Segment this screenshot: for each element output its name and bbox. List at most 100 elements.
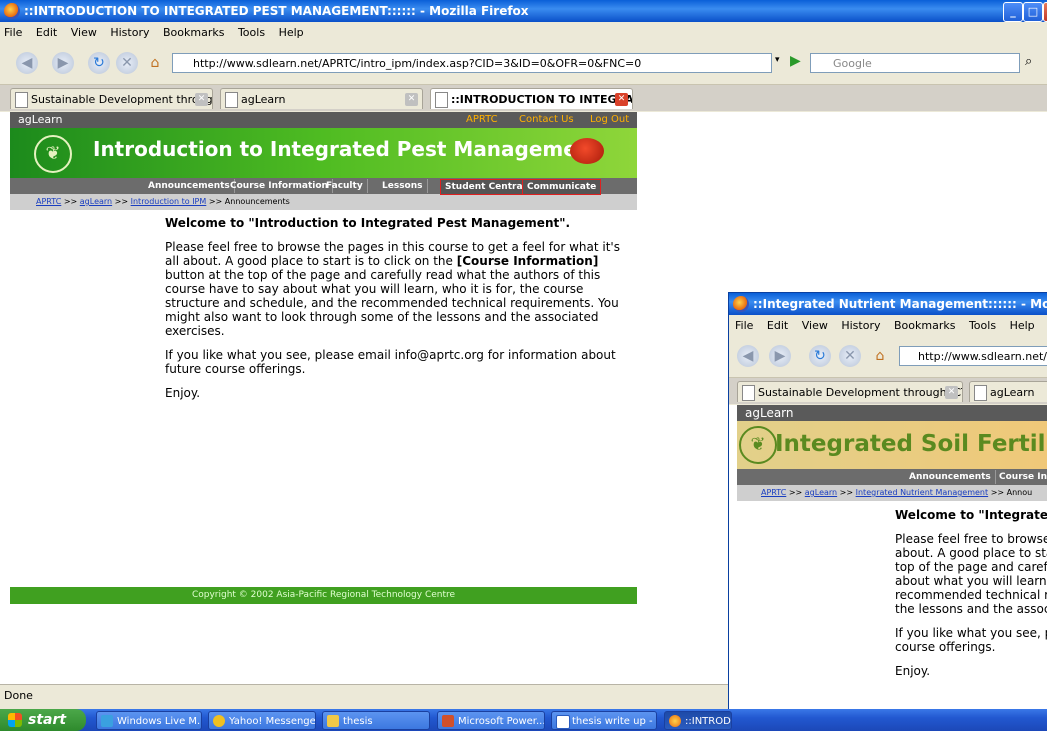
nav-course-information[interactable]: Course Information — [995, 470, 1047, 484]
close-button[interactable]: ✕ — [1043, 2, 1047, 22]
search-placeholder: Google — [833, 57, 872, 70]
intro-line: Please feel free to browse — [895, 532, 1047, 546]
nav-faculty[interactable]: Faculty — [322, 179, 368, 193]
menu-history[interactable]: History — [110, 22, 149, 44]
url-dropdown-icon[interactable]: ▾ — [775, 55, 780, 65]
menu-history[interactable]: History — [841, 315, 880, 337]
course-title: Introduction to Integrated Pest Manageme… — [93, 137, 601, 161]
contact-paragraph: If you like what you see, p course offer… — [895, 626, 1047, 654]
tab-close-icon[interactable]: ✕ — [945, 386, 958, 399]
crumb-aprtc[interactable]: APRTC — [36, 197, 61, 206]
main-window-title: ::INTRODUCTION TO INTEGRATED PEST MANAGE… — [24, 4, 529, 18]
nav-announcements[interactable]: Announcements — [144, 179, 235, 193]
course-banner: ❦ Integrated Soil Fertility Mana — [737, 421, 1047, 469]
menu-view[interactable]: View — [71, 22, 97, 44]
task-firefox-intro[interactable]: ::INTRODU — [664, 711, 732, 730]
crumb-intro-ipm[interactable]: Introduction to IPM — [131, 197, 207, 206]
forward-button[interactable]: ▶ — [769, 345, 791, 367]
forward-button[interactable]: ▶ — [52, 52, 74, 74]
tab-close-icon[interactable]: ✕ — [405, 93, 418, 106]
tab-sustainable-development[interactable]: Sustainable Development through ICT... ✕ — [10, 88, 213, 109]
url-field[interactable]: http://www.sdlearn.net/APRT — [899, 346, 1047, 366]
stop-button[interactable]: ✕ — [116, 52, 138, 74]
contact-line: course offerings. — [895, 640, 996, 654]
second-browser-window[interactable]: ::Integrated Nutrient Management:::::: -… — [728, 292, 1047, 710]
contact-line: If you like what you see, p — [895, 626, 1047, 640]
task-powerpoint[interactable]: Microsoft Power... — [437, 711, 545, 730]
tab-intro-ipm[interactable]: ::INTRODUCTION TO INTEGRATED ... ✕ — [430, 88, 633, 109]
link-log-out[interactable]: Log Out — [590, 112, 629, 128]
windows-taskbar: start Windows Live M... Yahoo! Messenger… — [0, 709, 1047, 731]
crumb-aglearn[interactable]: agLearn — [805, 488, 837, 497]
page-icon — [15, 92, 28, 108]
tab-close-icon[interactable]: ✕ — [195, 93, 208, 106]
reload-button[interactable]: ↻ — [88, 52, 110, 74]
nav-announcements[interactable]: Announcements — [905, 470, 996, 484]
menu-help[interactable]: Help — [1010, 315, 1035, 337]
main-menu-bar: File Edit View History Bookmarks Tools H… — [0, 22, 1047, 44]
back-button[interactable]: ◀ — [16, 52, 38, 74]
search-icon[interactable]: ⌕ — [1025, 54, 1032, 69]
tab-label: agLearn — [241, 93, 286, 106]
task-thesis-folder[interactable]: thesis — [322, 711, 430, 730]
enjoy-text: Enjoy. — [165, 386, 201, 400]
task-label: Microsoft Power... — [458, 716, 545, 727]
tab-close-icon[interactable]: ✕ — [615, 93, 628, 106]
crumb-aprtc[interactable]: APRTC — [761, 488, 786, 497]
start-button[interactable]: start — [0, 709, 86, 731]
start-label: start — [28, 712, 67, 728]
second-page-content: agLearn ❦ Integrated Soil Fertility Mana… — [729, 405, 1047, 710]
nav-student-central[interactable]: Student Central — [440, 179, 531, 195]
second-title-bar: ::Integrated Nutrient Management:::::: -… — [729, 293, 1047, 315]
home-button[interactable]: ⌂ — [869, 345, 891, 367]
maximize-button[interactable]: □ — [1023, 2, 1043, 22]
main-tab-strip: Sustainable Development through ICT... ✕… — [0, 85, 1047, 111]
tab-sustainable-development[interactable]: Sustainable Development through ICT... ✕ — [737, 381, 963, 402]
home-button[interactable]: ⌂ — [144, 52, 166, 74]
crumb-aglearn[interactable]: agLearn — [80, 197, 112, 206]
intro-line: about what you will learn, — [895, 574, 1047, 588]
intro-text-b: button at the top of the page and carefu… — [165, 268, 619, 338]
header-brand: agLearn — [745, 406, 794, 420]
yahoo-messenger-icon — [213, 715, 225, 727]
reload-button[interactable]: ↻ — [809, 345, 831, 367]
ladybug-icon — [570, 138, 604, 164]
intro-paragraph: Please feel free to browse about. A good… — [895, 532, 1047, 616]
minimize-button[interactable]: _ — [1003, 2, 1023, 22]
task-yahoo-messenger[interactable]: Yahoo! Messenger — [208, 711, 316, 730]
tab-label: agLearn — [990, 386, 1035, 399]
nav-communicate[interactable]: Communicate — [522, 179, 602, 195]
task-thesis-write-up[interactable]: thesis write up - ... — [551, 711, 657, 730]
nav-course-information[interactable]: Course Information — [226, 179, 333, 193]
course-nav-tabs: Announcements Course Information Faculty… — [10, 178, 637, 195]
menu-bookmarks[interactable]: Bookmarks — [163, 22, 224, 44]
menu-tools[interactable]: Tools — [238, 22, 265, 44]
crumb-separator: >> — [990, 488, 1005, 497]
menu-tools[interactable]: Tools — [969, 315, 996, 337]
task-windows-live[interactable]: Windows Live M... — [96, 711, 202, 730]
crumb-separator: >> — [114, 197, 129, 206]
tab-aglearn[interactable]: agLearn ✕ — [220, 88, 423, 109]
menu-help[interactable]: Help — [279, 22, 304, 44]
back-button[interactable]: ◀ — [737, 345, 759, 367]
link-aprtc[interactable]: APRTC — [466, 112, 498, 128]
menu-edit[interactable]: Edit — [767, 315, 788, 337]
stop-button[interactable]: ✕ — [839, 345, 861, 367]
copyright-bar: Copyright © 2002 Asia-Pacific Regional T… — [10, 587, 637, 604]
nav-lessons[interactable]: Lessons — [378, 179, 428, 193]
crumb-separator: >> — [63, 197, 78, 206]
crumb-integrated-nutrient[interactable]: Integrated Nutrient Management — [856, 488, 989, 497]
menu-edit[interactable]: Edit — [36, 22, 57, 44]
go-icon[interactable]: ▶ — [790, 53, 801, 69]
menu-bookmarks[interactable]: Bookmarks — [894, 315, 955, 337]
crumb-current: Announcements — [224, 197, 290, 206]
menu-file[interactable]: File — [735, 315, 753, 337]
second-tab-strip: Sustainable Development through ICT... ✕… — [729, 378, 1047, 404]
header-brand: agLearn — [18, 113, 63, 126]
search-input[interactable]: Google — [810, 53, 1020, 73]
menu-view[interactable]: View — [802, 315, 828, 337]
url-field[interactable]: http://www.sdlearn.net/APRTC/intro_ipm/i… — [172, 53, 772, 73]
menu-file[interactable]: File — [4, 22, 22, 44]
link-contact-us[interactable]: Contact Us — [519, 112, 574, 128]
tab-aglearn[interactable]: agLearn — [969, 381, 1047, 402]
